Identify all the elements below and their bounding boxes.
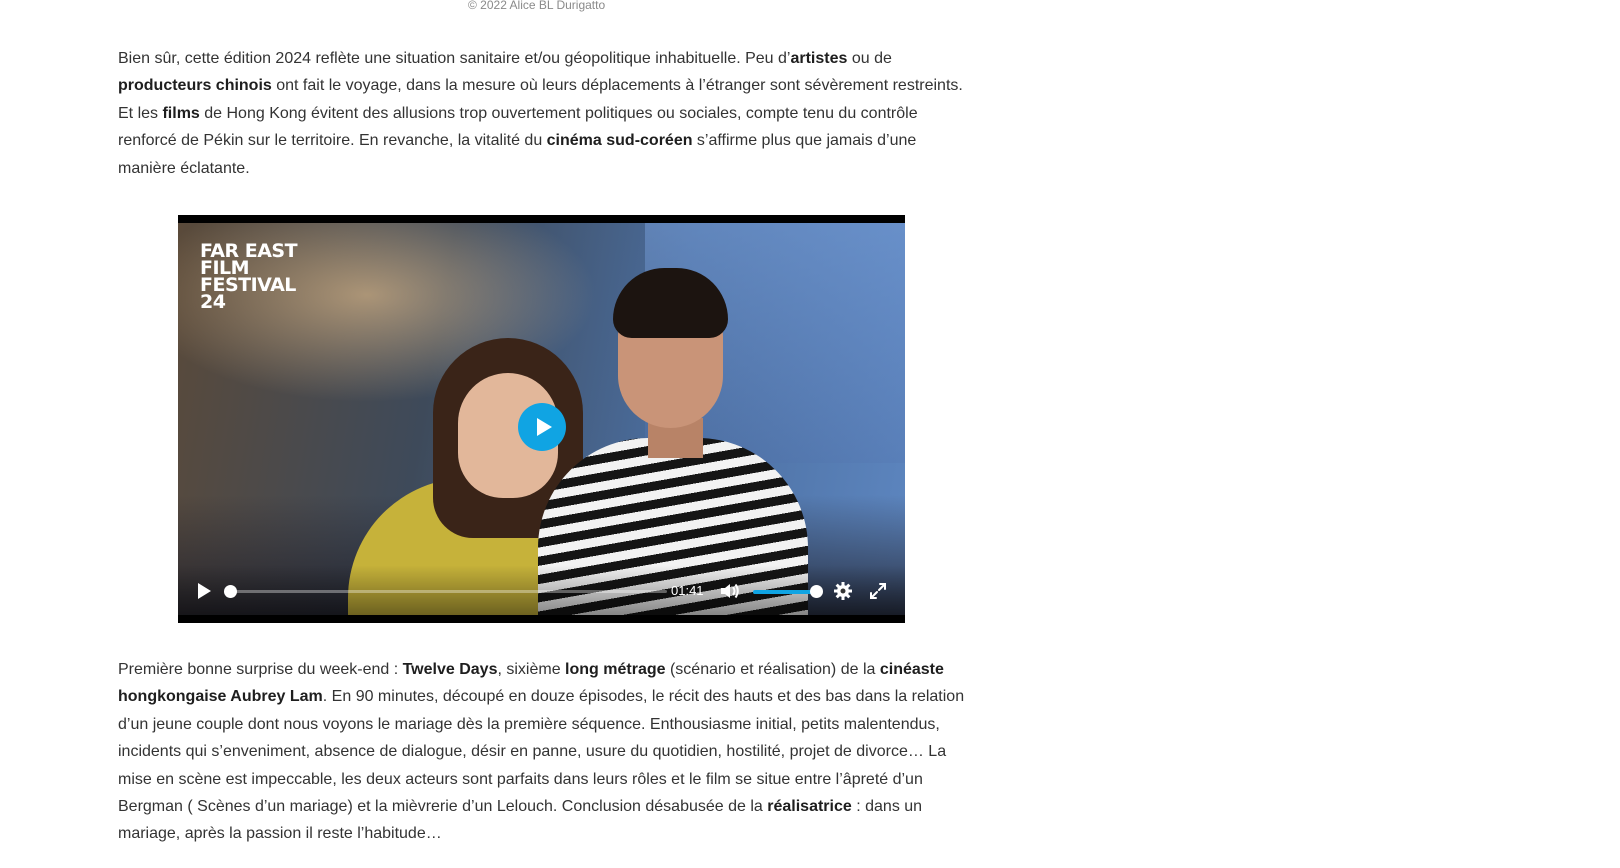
emphasis-text: artistes [790,50,848,67]
emphasis-text: producteurs chinois [118,77,272,95]
paragraph-text: . En 90 minutes, découpé en douze épisod… [118,688,965,816]
seek-handle[interactable] [224,585,237,598]
festival-logo-line: 24 [200,291,226,313]
play-icon [198,583,211,599]
photo-caption: © 2022 Alice BL Durigatto [468,0,606,12]
play-icon [537,418,552,436]
video-frame[interactable]: FAR EAST FILM FESTIVAL 24 01:41 [178,223,905,615]
mute-button[interactable] [719,581,741,601]
paragraph-text: Bien sûr, cette édition 2024 reflète une… [118,50,791,67]
fullscreen-icon [870,583,886,599]
video-controls-bar: 01:41 [178,565,905,615]
video-player[interactable]: FAR EAST FILM FESTIVAL 24 01:41 [178,215,905,623]
article-paragraph-1: Bien sûr, cette édition 2024 reflète une… [118,45,968,182]
emphasis-text: réalisatrice [767,798,852,816]
paragraph-text: (scénario et réalisation) de la [665,661,880,678]
volume-icon [721,583,739,599]
emphasis-text: cinéma sud-coréen [546,132,693,150]
fullscreen-button[interactable] [868,581,888,601]
article-page: © 2022 Alice BL Durigatto Bien sûr, cett… [0,0,1620,868]
volume-handle[interactable] [810,585,823,598]
big-play-button[interactable] [518,403,566,451]
paragraph-text: ou de [847,50,892,67]
paragraph-text: Première bonne surprise du week-end : [118,661,403,678]
volume-level-fill [753,590,816,594]
emphasis-text: films [162,104,200,122]
article-paragraph-2: Première bonne surprise du week-end : Tw… [118,656,968,848]
time-display: 01:41 [671,583,704,598]
festival-logo: FAR EAST FILM FESTIVAL 24 [200,242,298,313]
paragraph-text: , sixième [497,661,566,678]
seek-slider[interactable] [224,585,667,598]
emphasis-text: long métrage [565,661,666,678]
emphasis-text: Twelve Days [402,661,498,678]
gear-icon [834,582,852,600]
volume-slider[interactable] [753,585,823,598]
settings-button[interactable] [833,581,853,601]
play-button[interactable] [194,581,214,601]
